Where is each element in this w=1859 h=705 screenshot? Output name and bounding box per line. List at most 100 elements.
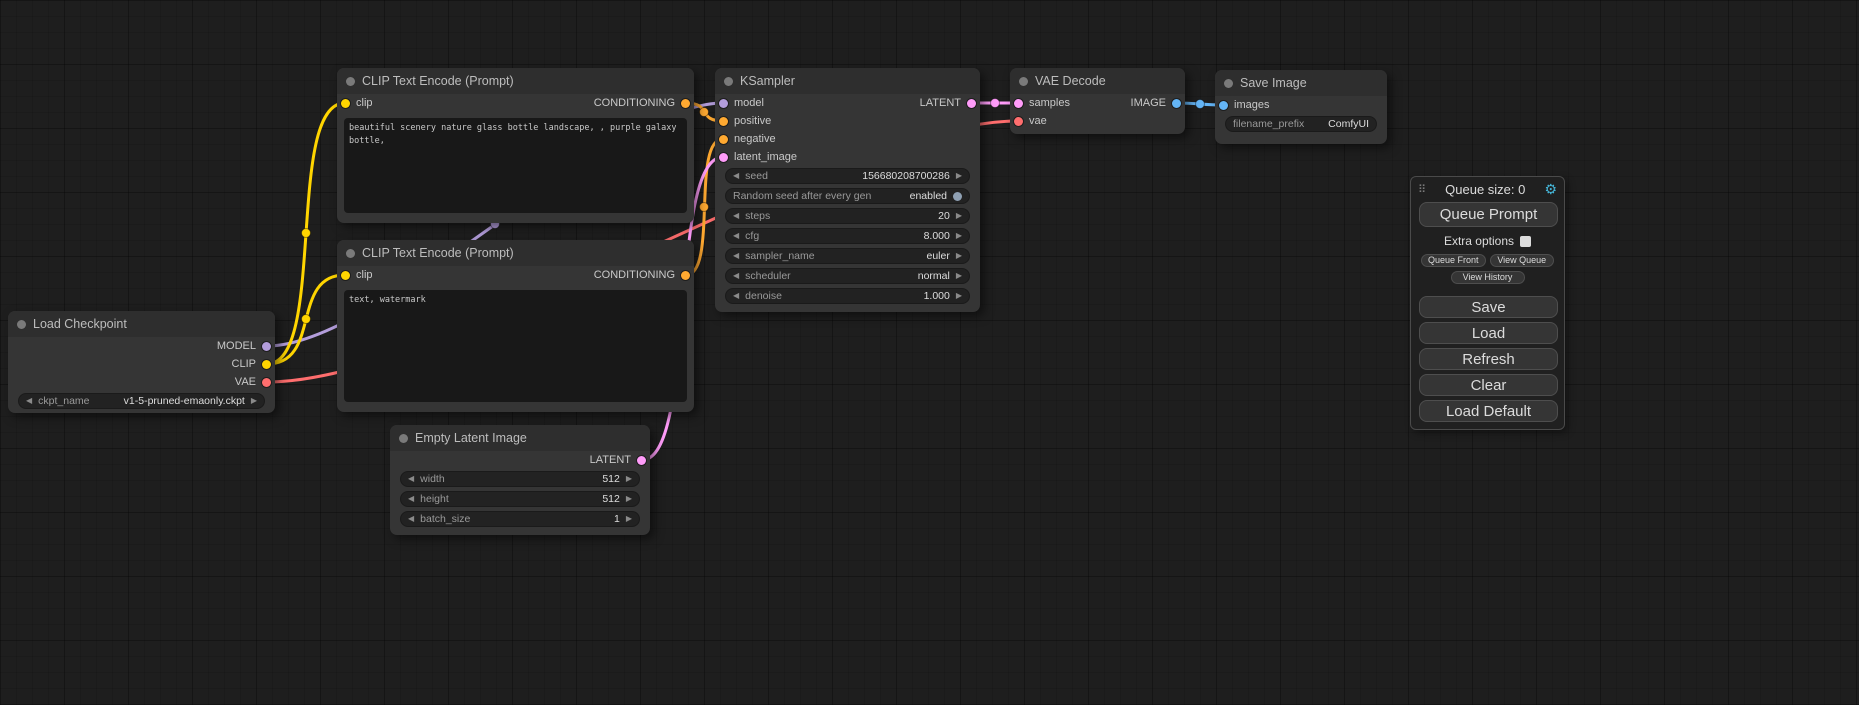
node-clip-text-encode-negative[interactable]: CLIP Text Encode (Prompt) clip CONDITION… bbox=[337, 240, 694, 412]
latent-output-port[interactable] bbox=[967, 99, 976, 108]
decrement-arrow-icon[interactable]: ◀ bbox=[408, 495, 414, 503]
random-seed-toggle-widget[interactable]: Random seed after every gen enabled bbox=[725, 188, 970, 204]
filename-prefix-widget[interactable]: filename_prefix ComfyUI bbox=[1225, 116, 1377, 132]
clip-input[interactable]: clip bbox=[337, 269, 373, 281]
settings-gear-icon[interactable]: ⚙ bbox=[1544, 181, 1557, 198]
image-output[interactable]: IMAGE bbox=[1131, 97, 1185, 109]
prompt-textarea[interactable]: beautiful scenery nature glass bottle la… bbox=[344, 118, 687, 213]
comfy-menu-panel[interactable]: ⠿ Queue size: 0 ⚙ Queue Prompt Extra opt… bbox=[1410, 176, 1565, 430]
model-output-port[interactable] bbox=[262, 342, 271, 351]
collapse-dot-icon[interactable] bbox=[17, 320, 26, 329]
seed-widget[interactable]: ◀ seed 156680208700286 ▶ bbox=[725, 168, 970, 184]
queue-front-button[interactable]: Queue Front bbox=[1421, 254, 1486, 267]
increment-arrow-icon[interactable]: ▶ bbox=[956, 272, 962, 280]
node-titlebar[interactable]: CLIP Text Encode (Prompt) bbox=[337, 240, 694, 266]
node-load-checkpoint[interactable]: Load Checkpoint MODEL CLIP VAE ◀ ckpt_na… bbox=[8, 311, 275, 413]
conditioning-output[interactable]: CONDITIONING bbox=[594, 269, 694, 281]
vae-input[interactable]: vae bbox=[1010, 115, 1047, 127]
image-output-port[interactable] bbox=[1172, 99, 1181, 108]
clip-input-port[interactable] bbox=[341, 271, 350, 280]
node-empty-latent-image[interactable]: Empty Latent Image LATENT ◀ width 512 ▶ … bbox=[390, 425, 650, 535]
node-titlebar[interactable]: VAE Decode bbox=[1010, 68, 1185, 94]
decrement-arrow-icon[interactable]: ◀ bbox=[733, 252, 739, 260]
refresh-button[interactable]: Refresh bbox=[1419, 348, 1558, 370]
images-input[interactable]: images bbox=[1215, 99, 1269, 111]
latent-output[interactable]: LATENT bbox=[590, 454, 650, 466]
width-widget[interactable]: ◀ width 512 ▶ bbox=[400, 471, 640, 487]
node-titlebar[interactable]: Empty Latent Image bbox=[390, 425, 650, 451]
sampler-name-widget[interactable]: ◀ sampler_name euler ▶ bbox=[725, 248, 970, 264]
latent-output-port[interactable] bbox=[637, 456, 646, 465]
collapse-dot-icon[interactable] bbox=[346, 249, 355, 258]
increment-arrow-icon[interactable]: ▶ bbox=[956, 232, 962, 240]
node-titlebar[interactable]: Load Checkpoint bbox=[8, 311, 275, 337]
latent-output[interactable]: LATENT bbox=[920, 97, 980, 109]
increment-arrow-icon[interactable]: ▶ bbox=[626, 515, 632, 523]
denoise-widget[interactable]: ◀ denoise 1.000 ▶ bbox=[725, 288, 970, 304]
save-button[interactable]: Save bbox=[1419, 296, 1558, 318]
collapse-dot-icon[interactable] bbox=[1224, 79, 1233, 88]
latent-image-input-port[interactable] bbox=[719, 153, 728, 162]
queue-prompt-button[interactable]: Queue Prompt bbox=[1419, 202, 1558, 227]
clip-output-port[interactable] bbox=[262, 360, 271, 369]
view-queue-button[interactable]: View Queue bbox=[1490, 254, 1555, 267]
model-input[interactable]: model bbox=[715, 97, 764, 109]
node-titlebar[interactable]: CLIP Text Encode (Prompt) bbox=[337, 68, 694, 94]
increment-arrow-icon[interactable]: ▶ bbox=[956, 252, 962, 260]
increment-arrow-icon[interactable]: ▶ bbox=[626, 495, 632, 503]
collapse-dot-icon[interactable] bbox=[399, 434, 408, 443]
clip-input[interactable]: clip bbox=[337, 97, 373, 109]
node-save-image[interactable]: Save Image images filename_prefix ComfyU… bbox=[1215, 70, 1387, 144]
model-output[interactable]: MODEL bbox=[217, 340, 275, 352]
increment-arrow-icon[interactable]: ▶ bbox=[956, 292, 962, 300]
node-titlebar[interactable]: KSampler bbox=[715, 68, 980, 94]
graph-canvas[interactable]: Load Checkpoint MODEL CLIP VAE ◀ ckpt_na… bbox=[0, 0, 1859, 705]
drag-handle-icon[interactable]: ⠿ bbox=[1418, 183, 1426, 196]
decrement-arrow-icon[interactable]: ◀ bbox=[733, 292, 739, 300]
increment-arrow-icon[interactable]: ▶ bbox=[956, 172, 962, 180]
scheduler-widget[interactable]: ◀ scheduler normal ▶ bbox=[725, 268, 970, 284]
positive-input-port[interactable] bbox=[719, 117, 728, 126]
vae-input-port[interactable] bbox=[1014, 117, 1023, 126]
node-clip-text-encode-positive[interactable]: CLIP Text Encode (Prompt) clip CONDITION… bbox=[337, 68, 694, 223]
cfg-widget[interactable]: ◀ cfg 8.000 ▶ bbox=[725, 228, 970, 244]
increment-arrow-icon[interactable]: ▶ bbox=[251, 397, 257, 405]
steps-widget[interactable]: ◀ steps 20 ▶ bbox=[725, 208, 970, 224]
decrement-arrow-icon[interactable]: ◀ bbox=[733, 232, 739, 240]
negative-input[interactable]: negative bbox=[715, 133, 776, 145]
node-titlebar[interactable]: Save Image bbox=[1215, 70, 1387, 96]
images-input-port[interactable] bbox=[1219, 101, 1228, 110]
latent-image-input[interactable]: latent_image bbox=[715, 151, 797, 163]
decrement-arrow-icon[interactable]: ◀ bbox=[733, 172, 739, 180]
samples-input[interactable]: samples bbox=[1010, 97, 1070, 109]
decrement-arrow-icon[interactable]: ◀ bbox=[733, 212, 739, 220]
load-button[interactable]: Load bbox=[1419, 322, 1558, 344]
decrement-arrow-icon[interactable]: ◀ bbox=[408, 515, 414, 523]
collapse-dot-icon[interactable] bbox=[724, 77, 733, 86]
vae-output[interactable]: VAE bbox=[235, 376, 275, 388]
extra-options-checkbox[interactable] bbox=[1520, 236, 1531, 247]
conditioning-output[interactable]: CONDITIONING bbox=[594, 97, 694, 109]
collapse-dot-icon[interactable] bbox=[346, 77, 355, 86]
samples-input-port[interactable] bbox=[1014, 99, 1023, 108]
decrement-arrow-icon[interactable]: ◀ bbox=[408, 475, 414, 483]
decrement-arrow-icon[interactable]: ◀ bbox=[26, 397, 32, 405]
model-input-port[interactable] bbox=[719, 99, 728, 108]
increment-arrow-icon[interactable]: ▶ bbox=[956, 212, 962, 220]
node-vae-decode[interactable]: VAE Decode samples IMAGE vae bbox=[1010, 68, 1185, 134]
conditioning-output-port[interactable] bbox=[681, 99, 690, 108]
clip-input-port[interactable] bbox=[341, 99, 350, 108]
positive-input[interactable]: positive bbox=[715, 115, 771, 127]
decrement-arrow-icon[interactable]: ◀ bbox=[733, 272, 739, 280]
height-widget[interactable]: ◀ height 512 ▶ bbox=[400, 491, 640, 507]
prompt-textarea[interactable]: text, watermark bbox=[344, 290, 687, 402]
vae-output-port[interactable] bbox=[262, 378, 271, 387]
clear-button[interactable]: Clear bbox=[1419, 374, 1558, 396]
negative-input-port[interactable] bbox=[719, 135, 728, 144]
ckpt-name-widget[interactable]: ◀ ckpt_name v1-5-pruned-emaonly.ckpt ▶ bbox=[18, 393, 265, 409]
view-history-button[interactable]: View History bbox=[1451, 271, 1525, 284]
increment-arrow-icon[interactable]: ▶ bbox=[626, 475, 632, 483]
batch-size-widget[interactable]: ◀ batch_size 1 ▶ bbox=[400, 511, 640, 527]
toggle-knob-icon[interactable] bbox=[953, 192, 962, 201]
collapse-dot-icon[interactable] bbox=[1019, 77, 1028, 86]
